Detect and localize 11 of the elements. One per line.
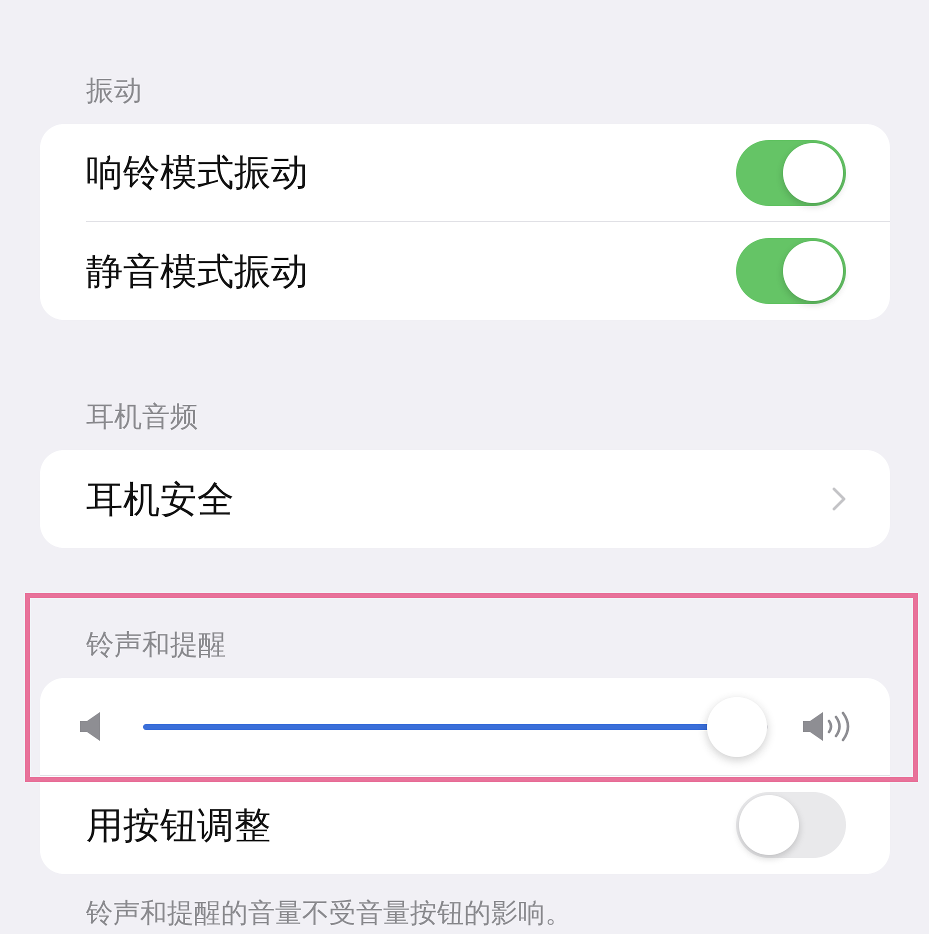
setting-label: 用按钮调整: [86, 806, 271, 844]
section-header: 振动: [85, 76, 143, 106]
setting-label: 响铃模式振动: [86, 154, 308, 191]
chevron-right-icon: [832, 487, 846, 511]
slider-thumb[interactable]: [706, 696, 767, 756]
setting-label: 静音模式振动: [86, 252, 308, 290]
speaker-low-icon: [80, 711, 102, 742]
section-footnote: 铃声和提醒的音量不受音量按钮的影响。: [85, 899, 573, 929]
settings-row[interactable]: 耳机安全: [40, 450, 890, 548]
section-header: 铃声和提醒: [85, 630, 227, 660]
section-header: 耳机音频: [85, 402, 199, 432]
